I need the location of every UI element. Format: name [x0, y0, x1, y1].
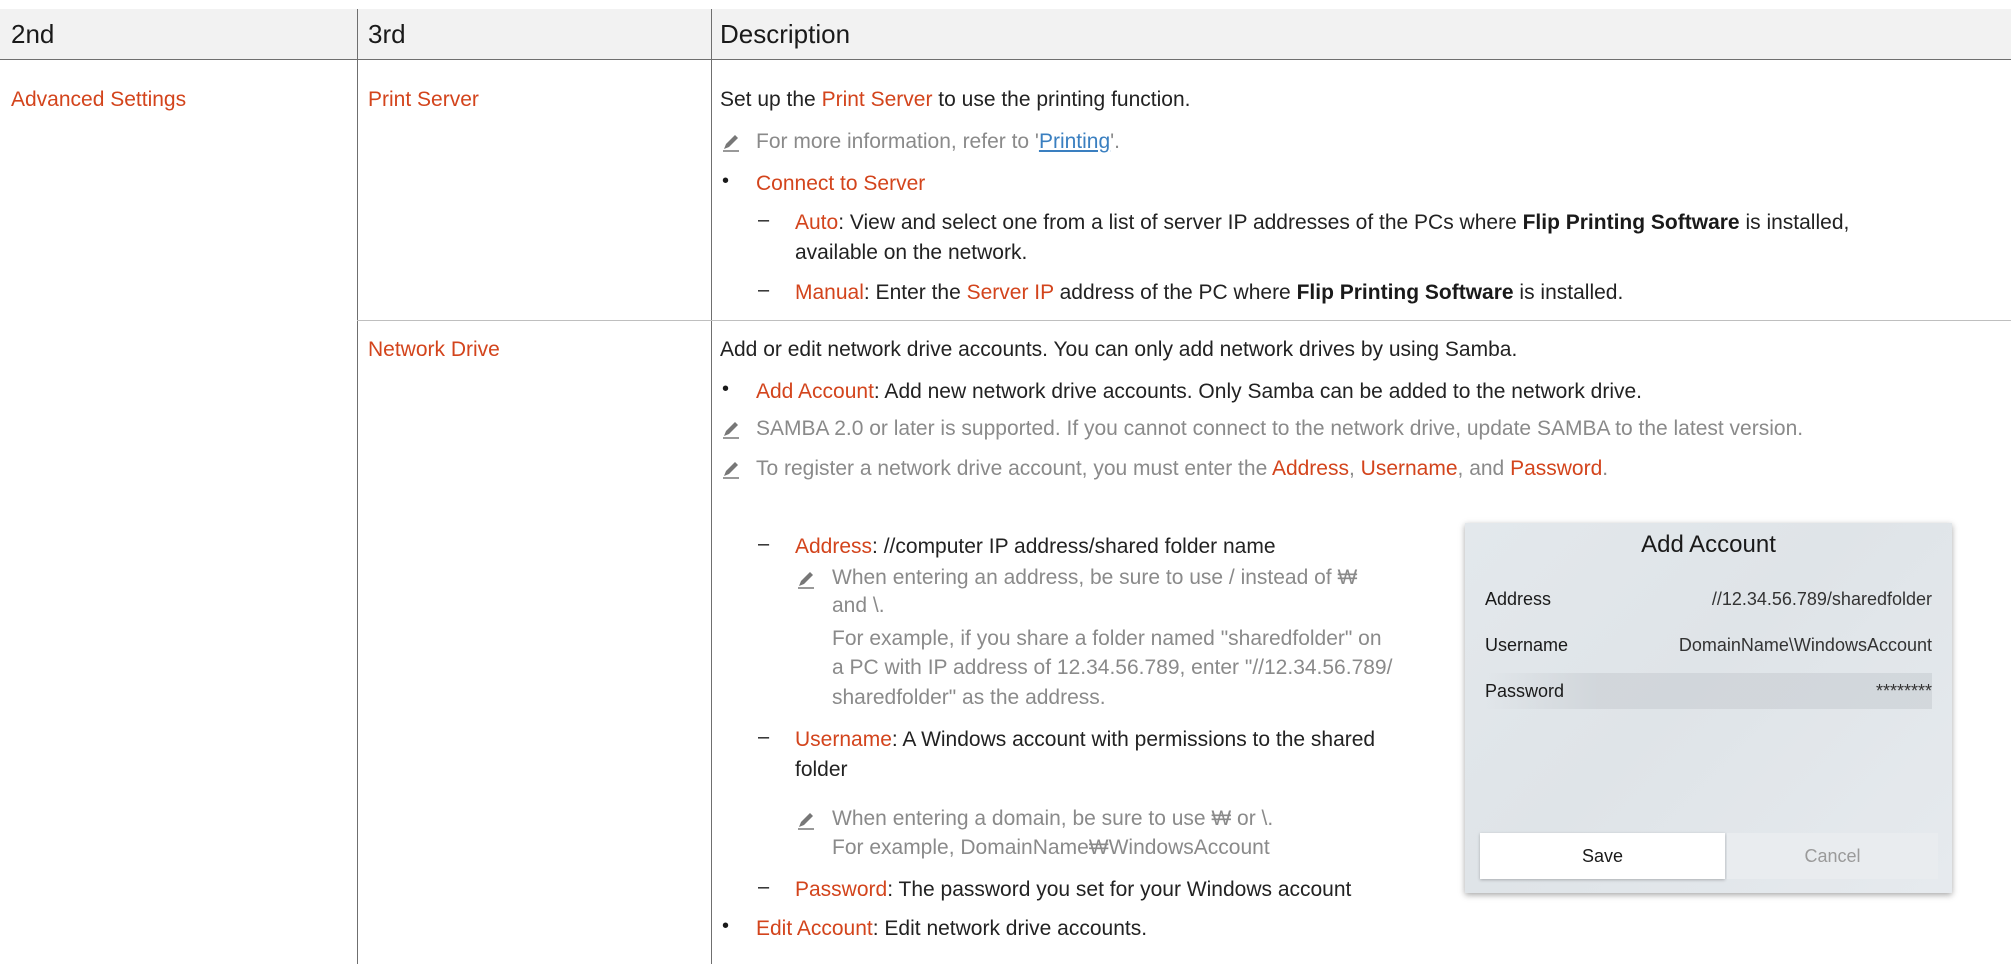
pencil-note-icon — [798, 813, 814, 830]
address-note-line1: When entering an address, be sure to use… — [832, 566, 1358, 589]
bullet-dot: • — [722, 378, 730, 400]
save-button[interactable]: Save — [1480, 833, 1725, 879]
dash-marker: – — [758, 533, 770, 555]
header-2nd: 2nd — [11, 19, 55, 49]
add-account-item: Add Account: Add new network drive accou… — [756, 380, 1643, 403]
row-print-server: Print Server — [368, 88, 479, 111]
bullet-dot: • — [722, 170, 730, 192]
edit-account-item: Edit Account: Edit network drive account… — [756, 917, 1148, 940]
header-3rd: 3rd — [368, 19, 406, 49]
bullet-dot: • — [722, 915, 730, 937]
password-item: Password: The password you set for your … — [795, 878, 1352, 901]
connect-to-server: Connect to Server — [756, 172, 926, 195]
dash-marker: – — [758, 726, 770, 748]
dash-marker: – — [758, 279, 770, 301]
auto-description-line2: available on the network. — [795, 241, 1028, 264]
pencil-note-icon — [723, 462, 739, 479]
register-note: To register a network drive account, you… — [756, 457, 1609, 480]
table-header-row — [0, 9, 2011, 59]
pencil-note-icon — [723, 422, 739, 439]
network-drive-intro: Add or edit network drive accounts. You … — [720, 338, 1518, 361]
dialog-password-label: Password — [1485, 681, 1565, 701]
username-item-line2: folder — [795, 758, 848, 781]
section-advanced-settings: Advanced Settings — [11, 88, 187, 111]
printing-link[interactable]: Printing — [1039, 130, 1110, 153]
dash-marker: – — [758, 876, 770, 898]
samba-note: SAMBA 2.0 or later is supported. If you … — [756, 417, 1804, 440]
column-divider-2 — [711, 9, 712, 964]
dialog-address-row[interactable]: Address //12.34.56.789/sharedfolder — [1485, 581, 1932, 617]
username-item: Username: A Windows account with permiss… — [795, 728, 1376, 751]
dash-marker: – — [758, 209, 770, 231]
dialog-address-value: //12.34.56.789/sharedfolder — [1711, 589, 1932, 609]
pencil-note-icon — [723, 135, 739, 152]
address-note-line3: For example, if you share a folder named… — [832, 627, 1382, 650]
auto-description: Auto: View and select one from a list of… — [795, 211, 1850, 234]
address-item: Address: //computer IP address/shared fo… — [795, 535, 1276, 558]
address-note-line4: a PC with IP address of 12.34.56.789, en… — [832, 656, 1393, 679]
dialog-title: Add Account — [1641, 531, 1776, 558]
print-server-note: For more information, refer to 'Printing… — [756, 130, 1120, 153]
address-note-line2: and \. — [832, 594, 885, 617]
add-account-dialog: Add Account Address //12.34.56.789/share… — [1465, 523, 1952, 893]
row-network-drive: Network Drive — [368, 338, 500, 361]
row-divider — [357, 320, 2011, 321]
username-note-line1: When entering a domain, be sure to use ₩… — [832, 807, 1274, 830]
dialog-password-row[interactable]: Password ******** — [1485, 673, 1932, 709]
manual-description: Manual: Enter the Server IP address of t… — [795, 281, 1624, 304]
column-divider-1 — [357, 9, 358, 964]
dialog-username-label: Username — [1485, 635, 1569, 655]
dialog-username-row[interactable]: Username DomainName\WindowsAccount — [1485, 627, 1932, 663]
address-note-line5: sharedfolder" as the address. — [832, 686, 1106, 709]
header-bottom-border — [0, 59, 2011, 60]
cancel-button[interactable]: Cancel — [1727, 833, 1938, 879]
header-description: Description — [720, 19, 851, 49]
dialog-address-label: Address — [1485, 589, 1552, 609]
dialog-password-value: ******** — [1875, 681, 1932, 701]
username-note-line2: For example, DomainName₩WindowsAccount — [832, 836, 1270, 859]
print-server-intro: Set up the Print Server to use the print… — [720, 88, 1191, 111]
pencil-note-icon — [798, 572, 814, 589]
dialog-username-value: DomainName\WindowsAccount — [1678, 635, 1932, 655]
